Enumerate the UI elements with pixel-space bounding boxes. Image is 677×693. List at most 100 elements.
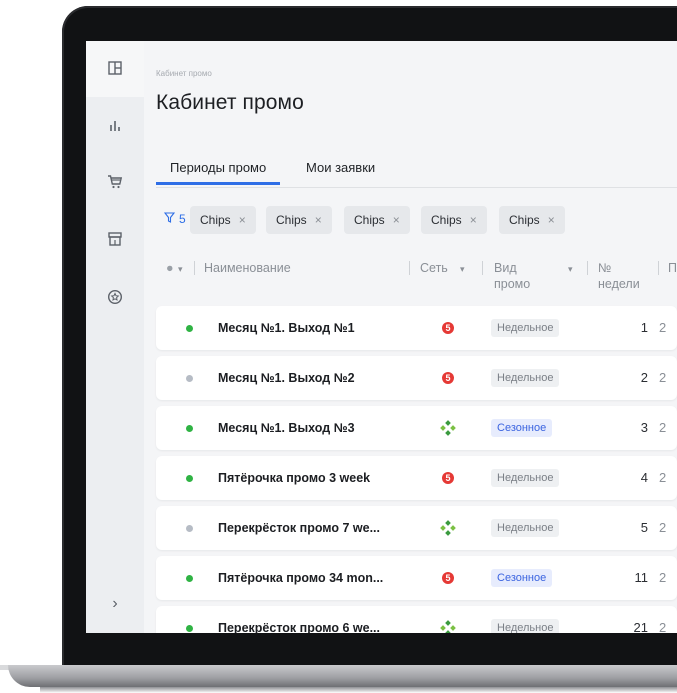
chip-close-icon[interactable]: × [548,213,555,227]
table-row[interactable]: Перекрёсток промо 7 we... Недельное 5 2 [156,506,677,550]
table-row[interactable]: Месяц №1. Выход №3 Сезонное 3 2 [156,406,677,450]
type-column-header-line2: промо [494,277,531,291]
layout-icon[interactable] [104,57,126,79]
status-sort-icon[interactable]: ▾ [178,264,183,275]
svg-text:5: 5 [445,473,450,483]
next-column-value: 2 [659,470,667,485]
next-column-value: 2 [659,420,667,435]
type-filter-icon[interactable]: ▾ [568,264,573,275]
filter-chip[interactable]: Chips × [499,206,565,234]
pyaterochka-logo-icon: 5 [439,369,457,387]
column-divider [587,261,588,275]
chip-label: Chips [200,213,231,227]
laptop-shadow [40,687,677,693]
status-active-dot [186,325,193,332]
pyaterochka-logo-icon: 5 [439,569,457,587]
week-number: 11 [634,570,649,585]
promo-type-badge: Недельное [491,469,560,487]
perekrestok-logo-icon [439,619,457,633]
column-divider [409,261,410,275]
status-active-dot [186,425,193,432]
chip-close-icon[interactable]: × [315,213,322,227]
type-column-header[interactable]: Вид [494,261,517,275]
chip-label: Chips [431,213,462,227]
page-title: Кабинет промо [156,91,304,114]
pyaterochka-logo-icon: 5 [439,469,457,487]
chip-label: Chips [276,213,307,227]
table-row[interactable]: Месяц №1. Выход №1 5 Недельное 1 2 [156,306,677,350]
chip-close-icon[interactable]: × [393,213,400,227]
perekrestok-logo-icon [439,519,457,537]
tab-promo-periods[interactable]: Периоды промо [156,159,281,185]
table-row[interactable]: Пятёрочка промо 3 week 5 Недельное 4 2 [156,456,677,500]
svg-text:5: 5 [445,323,450,333]
week-column-header[interactable]: № [598,261,611,275]
filter-count: 5 [179,212,186,226]
table-row[interactable]: Месяц №1. Выход №2 5 Недельное 2 2 [156,356,677,400]
main-content: Кабинет промо Кабинет промо Периоды пром… [144,41,677,633]
sidebar: › [86,41,144,633]
filter-funnel-icon [163,212,176,226]
filter-chip[interactable]: Chips × [190,206,256,234]
svg-text:5: 5 [445,573,450,583]
tab-my-requests[interactable]: Мои заявки [292,159,389,185]
status-inactive-dot [186,375,193,382]
next-column-value: 2 [659,620,667,633]
column-divider [658,261,659,275]
filter-chip[interactable]: Chips × [421,206,487,234]
breadcrumb[interactable]: Кабинет промо [156,69,212,78]
status-inactive-dot [186,525,193,532]
promo-name: Месяц №1. Выход №1 [218,321,355,335]
week-number: 5 [640,520,648,535]
badge-icon[interactable] [104,286,126,308]
promo-name: Перекрёсток промо 7 we... [218,521,381,535]
network-filter-icon[interactable]: ▾ [460,264,465,275]
bar-chart-icon[interactable] [104,114,126,136]
chip-close-icon[interactable]: × [239,213,246,227]
week-column-header-line2: недели [598,277,640,291]
cart-icon[interactable] [104,171,126,193]
filter-button[interactable]: 5 [163,212,186,226]
promo-name: Месяц №1. Выход №2 [218,371,355,385]
chip-label: Chips [509,213,540,227]
next-column-header[interactable]: П [668,261,677,275]
table-row[interactable]: Пятёрочка промо 34 mon... 5 Сезонное 11 … [156,556,677,600]
network-column-header[interactable]: Сеть [420,261,448,275]
promo-type-badge: Недельное [491,619,560,633]
status-active-dot [186,625,193,632]
table-row[interactable]: Перекрёсток промо 6 we... Недельное 21 2 [156,606,677,633]
next-column-value: 2 [659,320,667,335]
promo-name: Пятёрочка промо 34 mon... [218,571,384,585]
chip-close-icon[interactable]: × [470,213,477,227]
promo-name: Пятёрочка промо 3 week [218,471,371,485]
column-divider [194,261,195,275]
tabs-bar: Периоды промо Мои заявки [156,159,677,188]
status-column-header[interactable]: ● [166,261,174,275]
expand-sidebar-icon[interactable]: › [104,593,126,615]
table-header: ● ▾ Наименование Сеть ▾ Вид промо ▾ № не… [156,257,677,297]
laptop-base [8,665,677,687]
filter-chip[interactable]: Chips × [266,206,332,234]
promo-type-badge: Недельное [491,369,560,387]
week-number: 1 [640,320,648,335]
week-number: 2 [640,370,648,385]
app-screen: › Кабинет промо Кабинет промо Периоды пр… [86,41,677,633]
promo-name: Перекрёсток промо 6 we... [218,621,381,633]
week-number: 4 [640,470,648,485]
filter-chip[interactable]: Chips × [344,206,410,234]
next-column-value: 2 [659,520,667,535]
promo-type-badge: Недельное [491,319,560,337]
promo-type-badge: Недельное [491,519,560,537]
svg-text:5: 5 [445,373,450,383]
week-number: 21 [633,620,648,633]
chip-label: Chips [354,213,385,227]
status-active-dot [186,575,193,582]
pyaterochka-logo-icon: 5 [439,319,457,337]
next-column-value: 2 [659,570,667,585]
store-icon[interactable] [104,228,126,250]
name-column-header[interactable]: Наименование [204,261,291,275]
next-column-value: 2 [659,370,667,385]
week-number: 3 [640,420,648,435]
promo-type-badge: Сезонное [491,419,553,437]
column-divider [482,261,483,275]
